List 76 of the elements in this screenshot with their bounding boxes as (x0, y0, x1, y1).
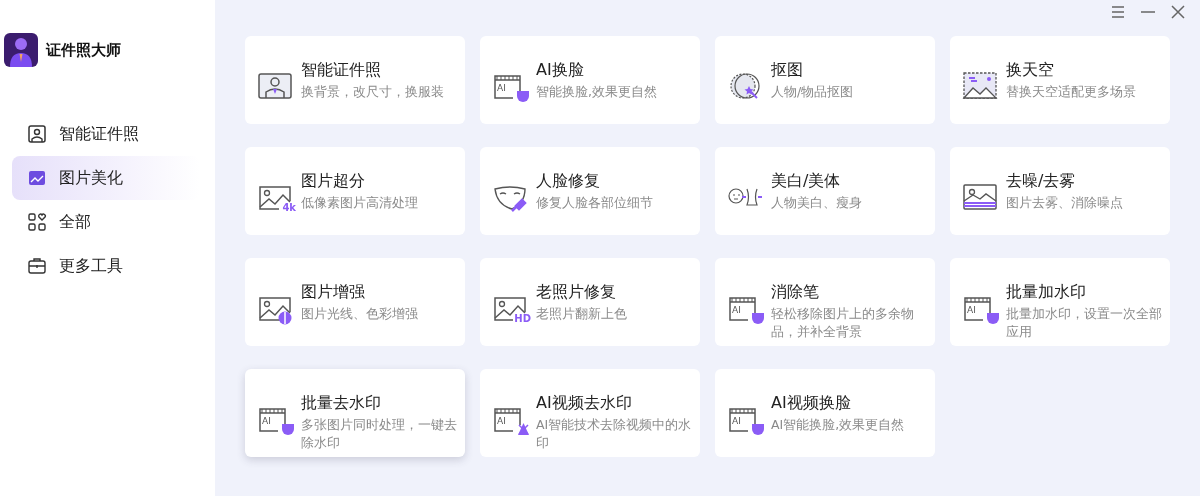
tool-title: 抠图 (771, 60, 804, 80)
tool-description: 批量加水印，设置一次全部应用 (1006, 305, 1162, 341)
grid-icon (27, 212, 47, 232)
tool-description: 多张图片同时处理，一键去除水印 (301, 416, 457, 452)
tool-title: AI视频去水印 (536, 393, 633, 413)
close-icon[interactable] (1170, 4, 1186, 20)
icon-label: AI (497, 84, 506, 93)
film-frame-icon (964, 296, 992, 322)
icon-label: AI (732, 306, 741, 315)
toolbox-icon (27, 256, 47, 276)
tool-description: 轻松移除图片上的多余物品，并补全背景 (771, 305, 915, 341)
tool-card[interactable]: 人脸修复 修复人脸各部位细节 (480, 147, 700, 235)
tool-title: 人脸修复 (536, 171, 601, 191)
app-logo-icon (4, 33, 38, 67)
tool-title: 批量加水印 (1006, 282, 1087, 302)
tool-title: AI换脸 (536, 60, 585, 80)
tool-card[interactable]: AI AI换脸 智能换脸,效果更自然 (480, 36, 700, 124)
icon-label: AI (262, 417, 271, 426)
tool-description: 换背景，改尺寸，换服装 (301, 83, 444, 101)
icon-label: AI (497, 417, 506, 426)
cross-icon (518, 423, 529, 435)
tool-title: 换天空 (1006, 60, 1055, 80)
tool-title: 去噪/去雾 (1006, 171, 1077, 191)
film-frame-icon (494, 74, 522, 100)
tool-card[interactable]: 美白/美体 人物美白、瘦身 (715, 147, 935, 235)
film-frame-icon (494, 407, 522, 433)
mask-icon (517, 91, 529, 102)
tool-title: AI视频换脸 (771, 393, 852, 413)
tool-card[interactable]: AI AI视频换脸 AI智能换脸,效果更自然 (715, 369, 935, 457)
tool-card[interactable]: HD 老照片修复 老照片翻新上色 (480, 258, 700, 346)
app-title: 证件照大师 (46, 40, 121, 60)
mask-icon (987, 313, 999, 324)
film-frame-icon (259, 407, 287, 433)
tool-card[interactable]: 图片增强 图片光线、色彩增强 (245, 258, 465, 346)
tool-card[interactable]: 去噪/去雾 图片去雾、消除噪点 (950, 147, 1170, 235)
tool-card[interactable]: 智能证件照 换背景，改尺寸，换服装 (245, 36, 465, 124)
tool-title: 智能证件照 (301, 60, 382, 80)
tool-title: 老照片修复 (536, 282, 617, 302)
tool-description: 人物/物品抠图 (771, 83, 854, 101)
tool-title: 消除笔 (771, 282, 820, 302)
tool-description: 智能换脸,效果更自然 (536, 83, 657, 101)
tool-card[interactable]: AI AI视频去水印 AI智能技术去除视频中的水印 (480, 369, 700, 457)
icon-label: AI (732, 417, 741, 426)
sidebar-item[interactable]: 智能证件照 (12, 112, 200, 156)
tool-description: 图片去雾、消除噪点 (1006, 194, 1123, 212)
tool-card[interactable]: 换天空 替换天空适配更多场景 (950, 36, 1170, 124)
tool-title: 美白/美体 (771, 171, 842, 191)
tool-card[interactable]: AI 批量去水印 多张图片同时处理，一键去除水印 (245, 369, 465, 457)
mask-icon (282, 424, 294, 435)
icon-label: HD (513, 314, 532, 324)
tool-title: 批量去水印 (301, 393, 382, 413)
tool-description: 老照片翻新上色 (536, 305, 627, 323)
tool-description: 修复人脸各部位细节 (536, 194, 653, 212)
menu-icon[interactable] (1110, 4, 1126, 20)
icon-label: AI (967, 306, 976, 315)
tool-description: 图片光线、色彩增强 (301, 305, 418, 323)
mask-icon (752, 313, 764, 324)
tool-card[interactable]: 4k 图片超分 低像素图片高清处理 (245, 147, 465, 235)
tool-description: 人物美白、瘦身 (771, 194, 862, 212)
tool-description: 替换天空适配更多场景 (1006, 83, 1136, 101)
icon-label: 4k (281, 203, 297, 213)
tool-card[interactable]: AI 批量加水印 批量加水印，设置一次全部应用 (950, 258, 1170, 346)
mask-icon (752, 424, 764, 435)
sidebar-item[interactable]: 更多工具 (12, 244, 200, 288)
film-frame-icon (729, 407, 757, 433)
tool-card[interactable]: 抠图 人物/物品抠图 (715, 36, 935, 124)
beauty-icon (27, 168, 47, 188)
tool-card[interactable]: AI 消除笔 轻松移除图片上的多余物品，并补全背景 (715, 258, 935, 346)
id-icon (27, 124, 47, 144)
sidebar-item[interactable]: 全部 (12, 200, 200, 244)
tool-description: 低像素图片高清处理 (301, 194, 418, 212)
tool-description: AI智能技术去除视频中的水印 (536, 416, 692, 452)
tool-title: 图片增强 (301, 282, 366, 302)
tool-description: AI智能换脸,效果更自然 (771, 416, 905, 434)
tool-title: 图片超分 (301, 171, 366, 191)
film-frame-icon (729, 296, 757, 322)
